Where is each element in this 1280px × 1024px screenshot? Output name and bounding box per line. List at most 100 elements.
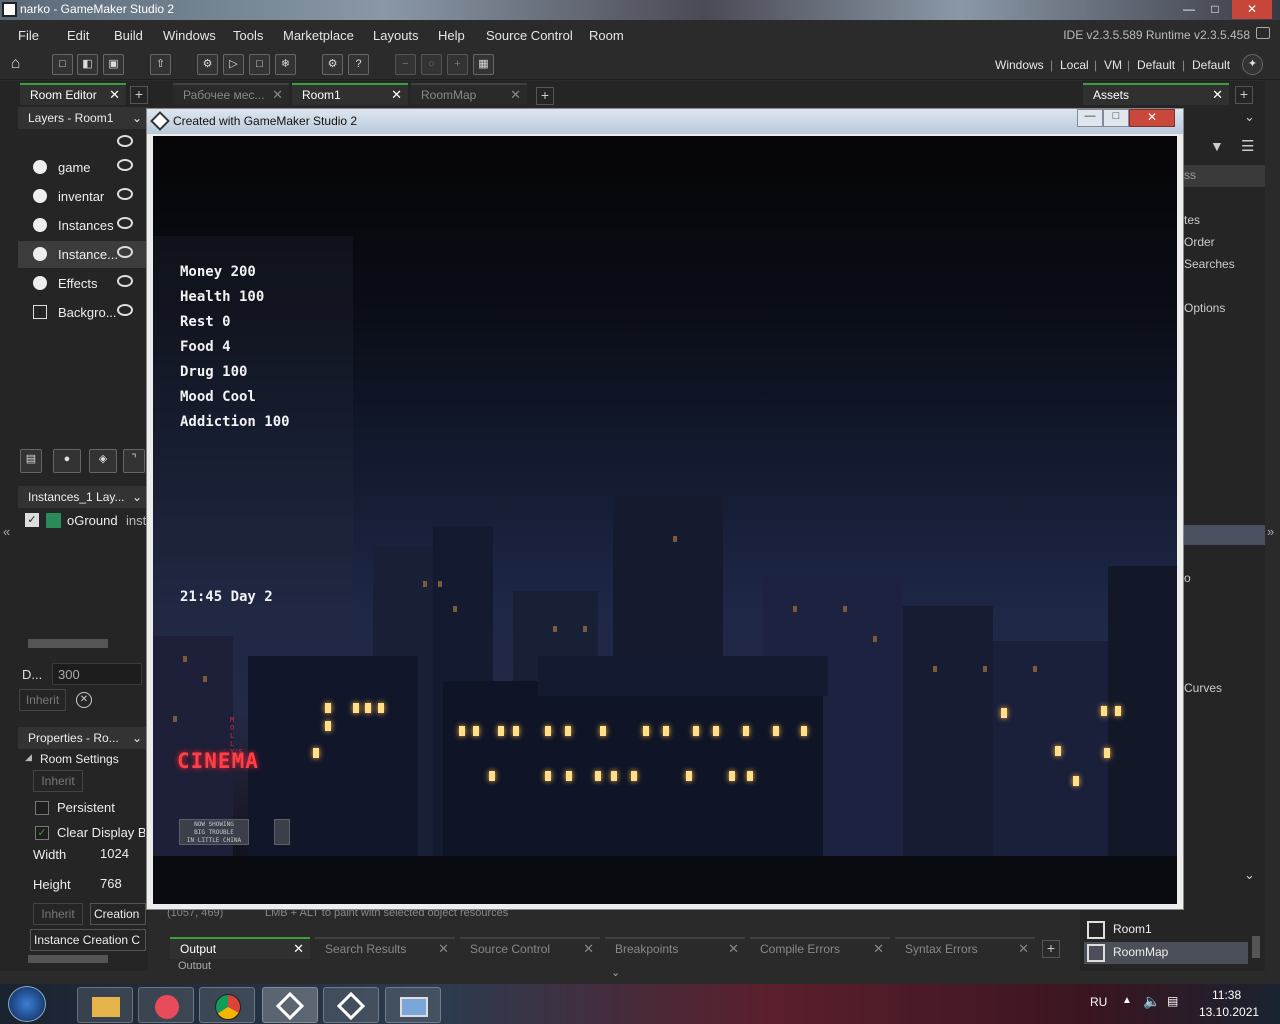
chat-icon[interactable] — [1256, 27, 1270, 39]
chevron-down-icon[interactable]: ⌄ — [1244, 867, 1255, 883]
network-icon[interactable]: ▤ — [1167, 994, 1178, 1008]
override-icon[interactable]: ✕ — [76, 692, 92, 708]
instance-name[interactable]: oGround — [67, 513, 118, 528]
filter-icon[interactable]: ▼ — [1210, 138, 1224, 154]
zoom-in-icon[interactable]: + — [447, 54, 468, 75]
visibility-all-icon[interactable] — [117, 135, 133, 147]
asset-room1[interactable]: Room1 — [1084, 919, 1248, 941]
game-window[interactable]: Created with GameMaker Studio 2 — □ ✕ Mo… — [146, 108, 1184, 910]
menu-tools[interactable]: Tools — [233, 28, 263, 43]
run-icon[interactable]: ▷ — [223, 54, 244, 75]
eye-icon[interactable] — [117, 159, 133, 171]
maximize-button[interactable]: □ — [1202, 0, 1228, 19]
add-assets-tab-button[interactable]: + — [1235, 86, 1253, 104]
properties-header[interactable]: Properties - Ro... ⌄ — [18, 727, 148, 749]
save-icon[interactable]: ▣ — [103, 54, 124, 75]
eye-icon[interactable] — [117, 275, 133, 287]
game-close-button[interactable]: ✕ — [1129, 109, 1175, 127]
close-button[interactable]: ✕ — [1232, 0, 1272, 19]
depth-field[interactable]: 300 — [52, 663, 142, 685]
chrome-taskbar-icon[interactable] — [199, 987, 255, 1023]
target-config-2[interactable]: Default — [1192, 58, 1230, 72]
menu-edit[interactable]: Edit — [67, 28, 89, 43]
tray-arrow-icon[interactable]: ▲ — [1122, 995, 1132, 1006]
menu-help[interactable]: Help — [438, 28, 465, 43]
clock-time[interactable]: 11:38 — [1212, 988, 1241, 1002]
height-field[interactable]: 768 — [95, 873, 145, 895]
tab-search-results[interactable]: Search Results ✕ — [315, 937, 455, 959]
layer-item[interactable]: Instances — [18, 212, 148, 239]
tab-roommap[interactable]: RoomMap ✕ — [411, 83, 527, 105]
eye-icon[interactable] — [117, 188, 133, 200]
creation-code-button[interactable]: Creation — [90, 903, 146, 925]
zoom-out-icon[interactable]: − — [395, 54, 416, 75]
layer-item[interactable]: inventar — [18, 183, 148, 210]
layer-item-selected[interactable]: Instance... — [18, 241, 148, 268]
add-document-tab-button[interactable]: + — [536, 87, 554, 105]
clear-display-checkbox[interactable]: ✓ — [35, 826, 49, 840]
close-tab-icon[interactable]: ✕ — [272, 85, 283, 105]
close-tab-icon[interactable]: ✕ — [438, 939, 449, 959]
add-tab-button[interactable]: + — [130, 86, 148, 104]
menu-windows[interactable]: Windows — [163, 28, 216, 43]
volume-icon[interactable]: 🔈 — [1143, 993, 1160, 1010]
tab-workspace[interactable]: Рабочее мес... ✕ — [173, 83, 289, 105]
collapse-left-icon[interactable]: « — [3, 524, 10, 539]
help-icon[interactable]: ? — [348, 54, 369, 75]
new-project-icon[interactable]: □ — [52, 54, 73, 75]
close-tab-icon[interactable]: ✕ — [293, 939, 304, 959]
persistent-checkbox[interactable] — [35, 801, 49, 815]
assets-search[interactable]: ss — [1180, 165, 1265, 187]
menu-room[interactable]: Room — [589, 28, 624, 43]
layer-item[interactable]: Effects — [18, 270, 148, 297]
game-runner-taskbar-icon[interactable] — [323, 987, 379, 1023]
layer-item[interactable]: game — [18, 154, 148, 181]
horizontal-scrollbar[interactable] — [28, 639, 108, 648]
collapse-right-icon[interactable]: » — [1267, 524, 1274, 539]
inherit-button[interactable]: Inherit — [19, 689, 66, 711]
target-platform[interactable]: Windows — [995, 58, 1044, 72]
clock-date[interactable]: 13.10.2021 — [1199, 1005, 1259, 1019]
eye-icon[interactable] — [117, 217, 133, 229]
menu-file[interactable]: File — [18, 28, 39, 43]
target-icon[interactable]: ✦ — [1242, 54, 1263, 75]
close-tab-icon[interactable]: ✕ — [510, 85, 521, 105]
asset-roommap[interactable]: RoomMap — [1084, 942, 1248, 964]
properties-scrollbar[interactable] — [28, 955, 108, 963]
gamemaker-taskbar-icon[interactable] — [262, 987, 318, 1023]
eye-icon[interactable] — [117, 304, 133, 316]
add-background-layer-icon[interactable]: ▤ — [20, 449, 42, 473]
photos-taskbar-icon[interactable] — [385, 987, 441, 1023]
tab-room-editor[interactable]: Room Editor ✕ — [20, 83, 126, 105]
clean-icon[interactable]: ❄ — [275, 54, 296, 75]
target-device[interactable]: Local — [1060, 58, 1089, 72]
layers-header[interactable]: Layers - Room1 ⌄ — [18, 107, 148, 129]
game-window-titlebar[interactable]: Created with GameMaker Studio 2 — □ ✕ — [147, 109, 1183, 134]
home-icon[interactable]: ⌂ — [5, 54, 26, 75]
asset-selected-row[interactable] — [1180, 525, 1265, 545]
inherit-room-button[interactable]: Inherit — [33, 770, 83, 792]
open-project-icon[interactable]: ◧ — [77, 54, 98, 75]
menu-source-control[interactable]: Source Control — [486, 28, 573, 43]
menu-layouts[interactable]: Layouts — [373, 28, 419, 43]
tab-assets[interactable]: Assets ✕ — [1083, 83, 1229, 105]
add-instance-layer-icon[interactable]: ● — [53, 449, 81, 473]
inherit-creation-button[interactable]: Inherit — [33, 903, 83, 925]
close-tab-icon[interactable]: ✕ — [583, 939, 594, 959]
close-tab-icon[interactable]: ✕ — [391, 85, 402, 105]
create-executable-icon[interactable]: ⇧ — [150, 54, 171, 75]
settings-icon[interactable]: ⚙ — [322, 54, 343, 75]
chevron-down-icon[interactable]: ⌄ — [1244, 109, 1255, 125]
close-tab-icon[interactable]: ✕ — [873, 939, 884, 959]
add-tile-layer-icon[interactable]: ◈ — [89, 449, 117, 473]
eye-icon[interactable] — [117, 246, 133, 258]
layer-item[interactable]: Backgro... — [18, 299, 148, 326]
explorer-taskbar-icon[interactable] — [77, 987, 133, 1023]
game-viewport[interactable]: Money 200 Health 100 Rest 0 Food 4 Drug … — [153, 136, 1177, 904]
close-tab-icon[interactable]: ✕ — [728, 939, 739, 959]
tab-source-control[interactable]: Source Control ✕ — [460, 937, 600, 959]
menu-icon[interactable]: ☰ — [1241, 137, 1254, 155]
minimize-button[interactable]: — — [1176, 0, 1202, 19]
instance-checkbox[interactable]: ✓ — [25, 513, 39, 527]
close-tab-icon[interactable]: ✕ — [1018, 939, 1029, 959]
